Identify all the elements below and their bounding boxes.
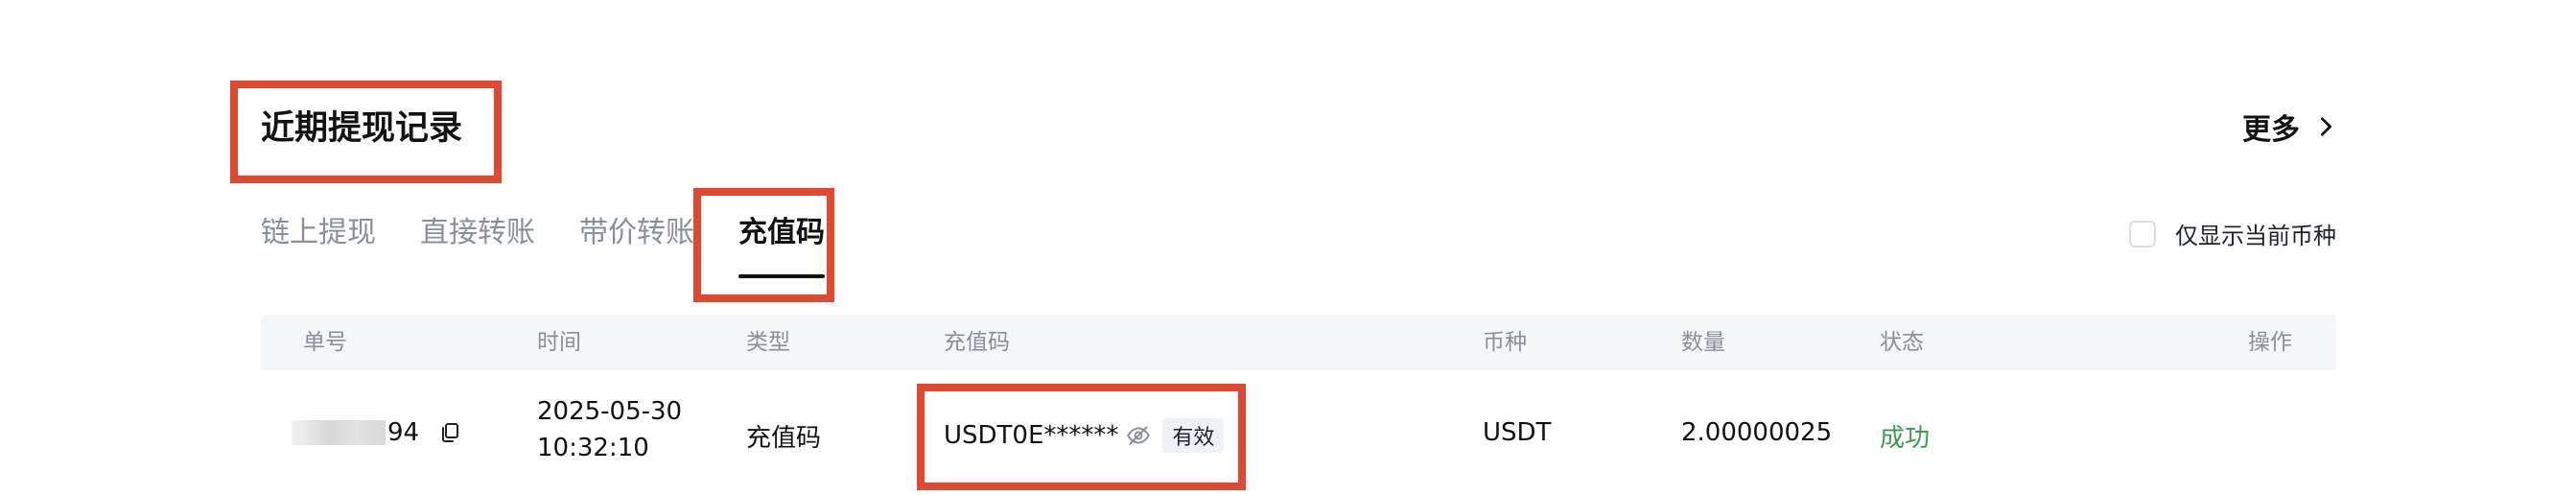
column-header-time: 时间 (537, 330, 581, 355)
table-row: 94 2025-05-30 10:32:10 充值码 USDT0E****** … (261, 384, 2336, 495)
table-header: 单号 时间 类型 充值码 币种 数量 状态 操作 (261, 315, 2336, 370)
type-cell: 充值码 (746, 424, 822, 453)
copy-icon[interactable] (438, 421, 461, 444)
more-link[interactable]: 更多 (2242, 106, 2336, 148)
tab-priced-transfer[interactable]: 带价转账 (579, 209, 694, 278)
recharge-code-value: USDT0E****** (944, 421, 1119, 450)
eye-off-icon[interactable] (1126, 423, 1151, 448)
order-id-suffix: 94 (387, 418, 420, 447)
only-current-checkbox[interactable] (2129, 220, 2156, 248)
withdrawal-records-panel: 近期提现记录 更多 链上提现 直接转账 带价转账 充值码 仅显示当前币种 单号 … (0, 0, 2576, 495)
more-label: 更多 (2242, 113, 2300, 147)
tab-direct-transfer[interactable]: 直接转账 (420, 209, 535, 278)
column-header-recharge-code: 充值码 (944, 330, 1010, 355)
record-tabs: 链上提现 直接转账 带价转账 充值码 (261, 209, 869, 278)
time-date: 2025-05-30 (537, 397, 683, 426)
only-current-coin-filter[interactable]: 仅显示当前币种 (2129, 217, 2336, 250)
time-clock: 10:32:10 (537, 434, 649, 462)
only-current-label: 仅显示当前币种 (2175, 223, 2336, 249)
tab-onchain-withdrawal[interactable]: 链上提现 (261, 209, 376, 278)
column-header-coin: 币种 (1483, 330, 1527, 355)
column-header-amount: 数量 (1681, 330, 1725, 355)
column-header-status: 状态 (1880, 330, 1924, 355)
column-header-action: 操作 (2248, 330, 2292, 355)
coin-cell: USDT (1483, 418, 1552, 447)
page-title: 近期提现记录 (261, 109, 463, 148)
chevron-right-icon (2320, 117, 2331, 136)
recharge-code-cell: USDT0E****** 有效 (944, 418, 1225, 453)
masked-order-id (292, 420, 386, 445)
column-header-type: 类型 (746, 330, 790, 355)
amount-cell: 2.00000025 (1681, 418, 1833, 447)
tab-recharge-code[interactable]: 充值码 (738, 209, 825, 278)
status-cell: 成功 (1880, 424, 1931, 453)
status-badge: 有效 (1162, 418, 1225, 453)
order-id-cell: 94 (292, 418, 461, 447)
column-header-order-id: 单号 (303, 330, 347, 355)
time-cell: 2025-05-30 10:32:10 (537, 393, 682, 466)
